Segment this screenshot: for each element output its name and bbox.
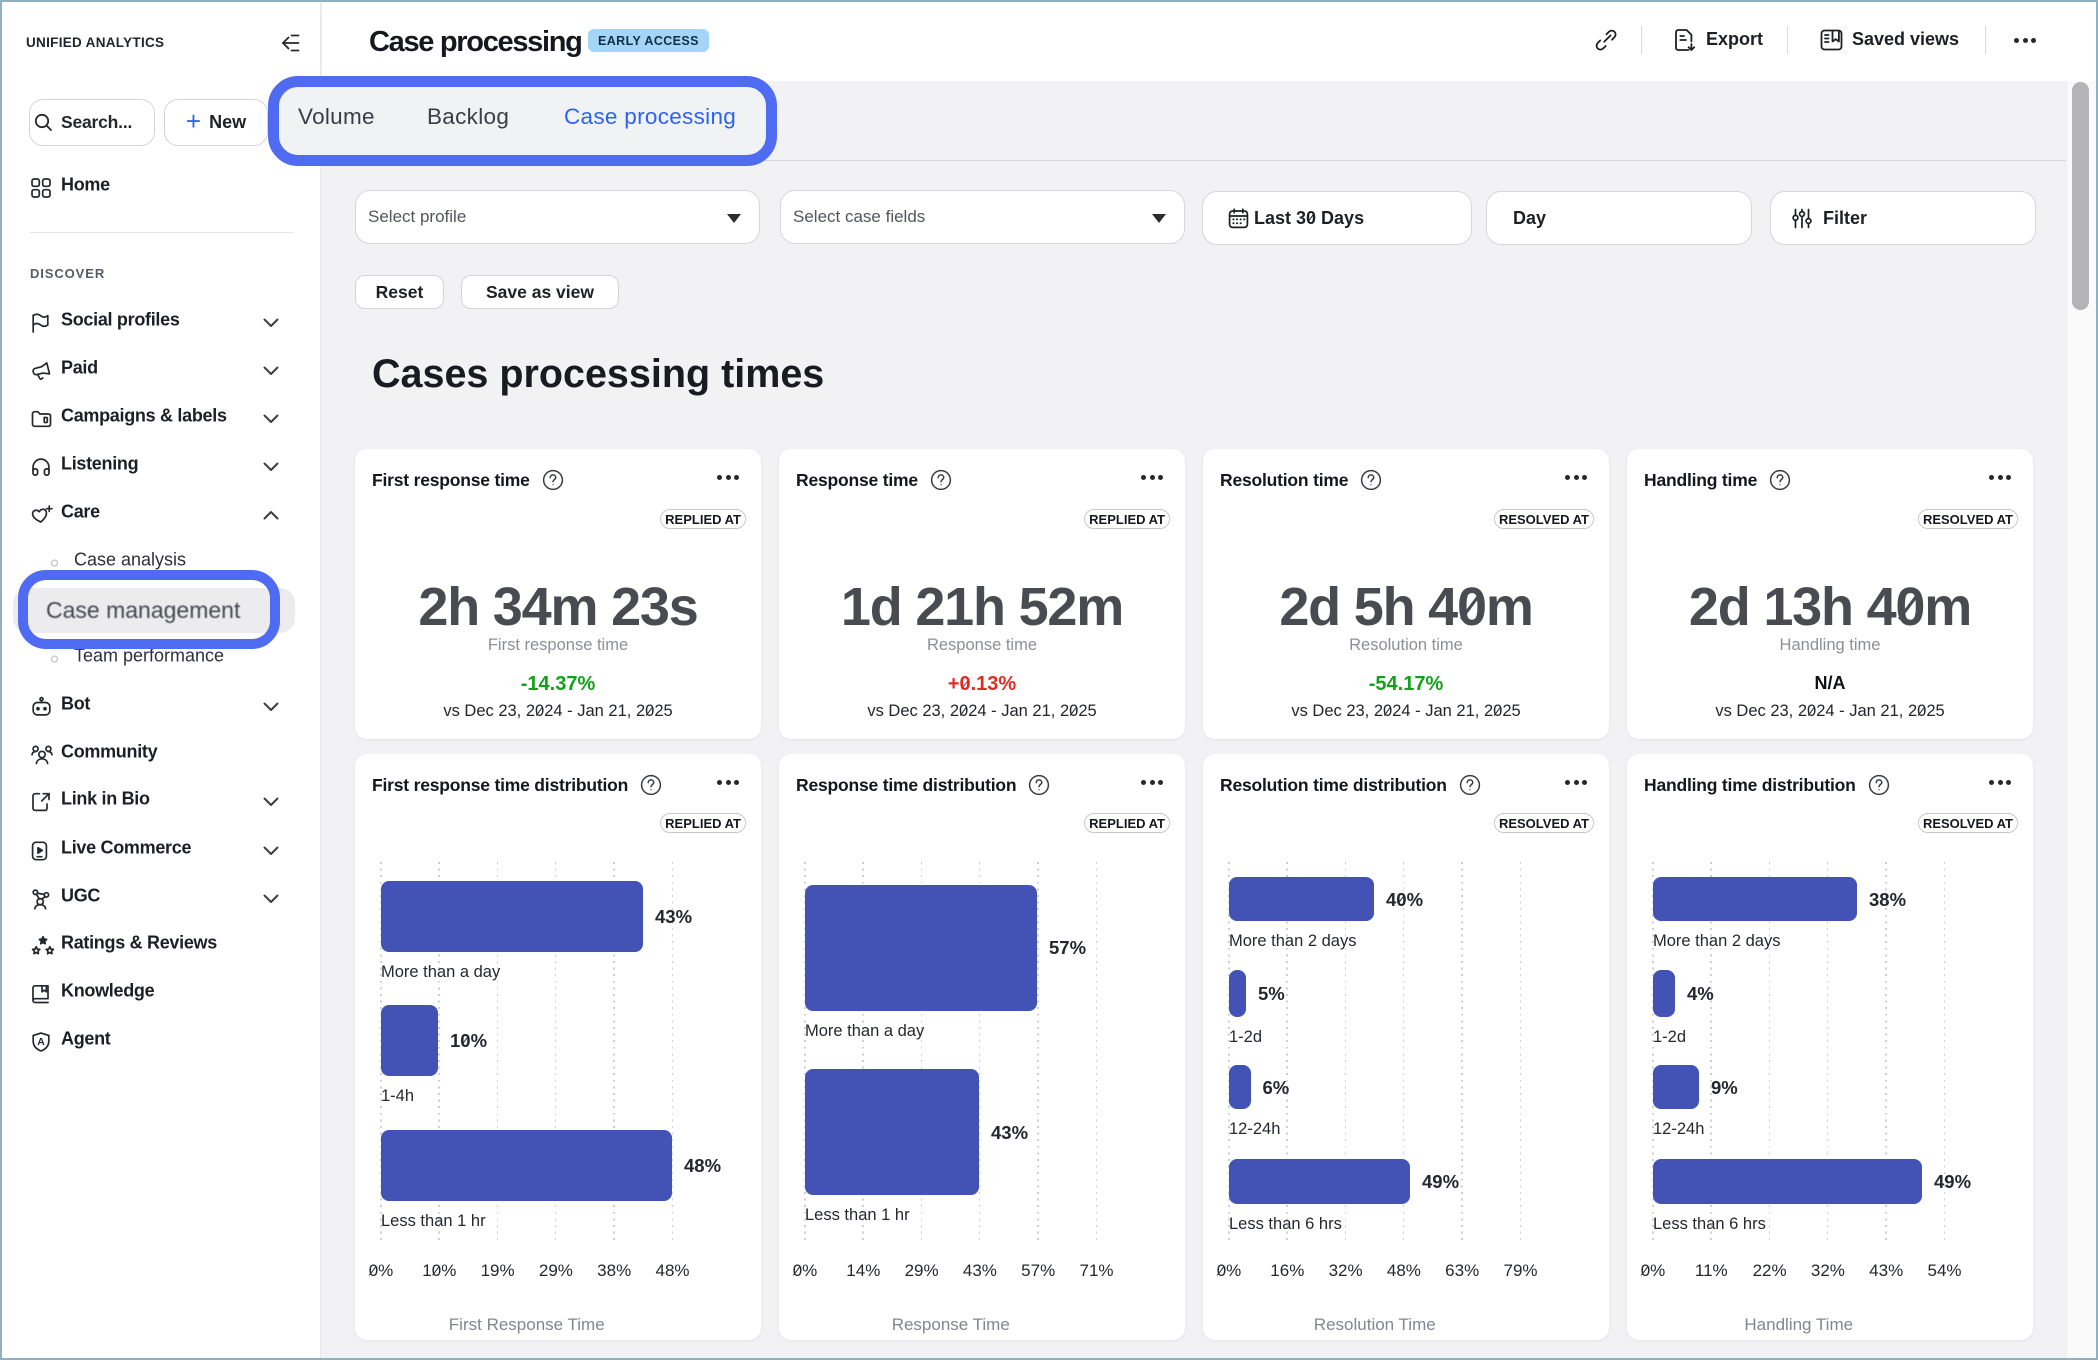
svg-text:A: A — [37, 1036, 45, 1048]
